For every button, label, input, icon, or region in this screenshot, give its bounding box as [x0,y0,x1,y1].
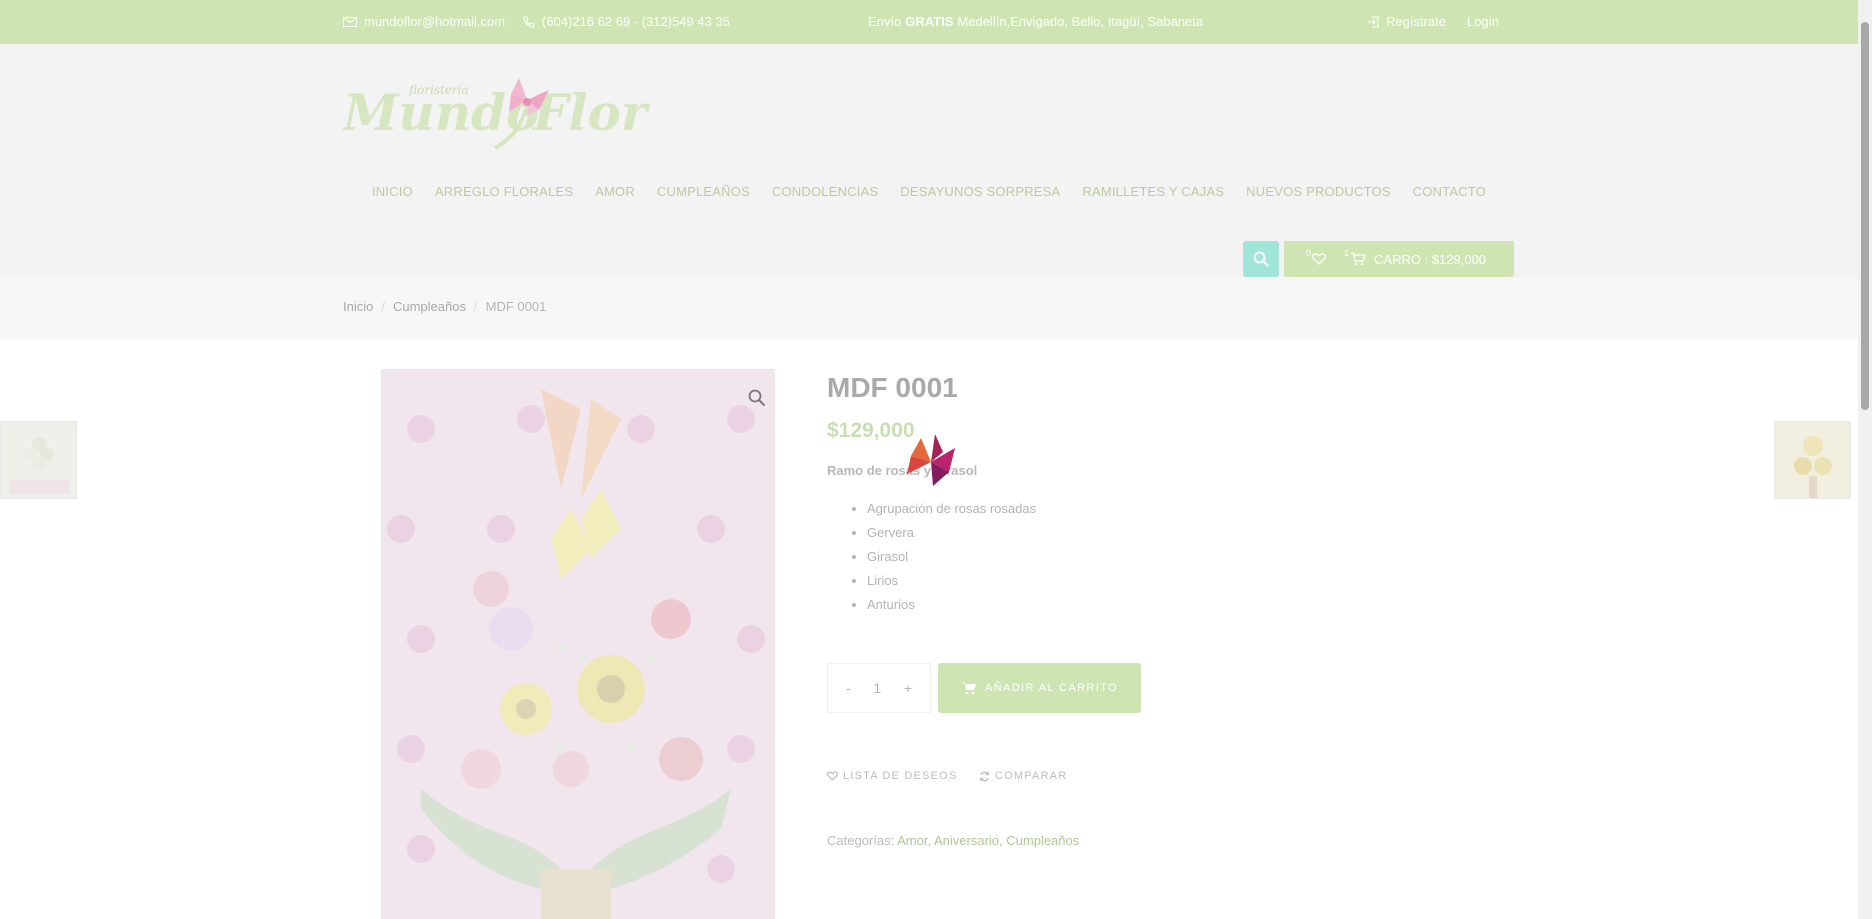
register-text: Regístrate [1386,14,1446,29]
add-to-wishlist-link[interactable]: LISTA DE DESEOS [827,770,957,782]
wishlist-label: LISTA DE DESEOS [843,770,958,782]
quantity-value[interactable]: 1 [873,680,881,696]
nav-contacto[interactable]: CONTACTO [1413,184,1486,199]
nav-inicio[interactable]: INICIO [372,184,413,199]
cart-count: 1 [1344,248,1350,258]
feature-item: Lirios [867,569,1036,593]
nav-desayunos-sorpresa[interactable]: DESAYUNOS SORPRESA [900,184,1060,199]
compare-link[interactable]: COMPARAR [979,770,1067,782]
top-bar: mundoflor@hotmail.com (604)216 62 69 - (… [0,0,1858,44]
breadcrumb-bar: Inicio / Cumpleaños / MDF 0001 [0,277,1858,339]
feature-item: Girasol [867,545,1036,569]
cart-icon [961,682,976,695]
site-logo[interactable]: floristeria Mundo Flor [343,66,655,160]
search-icon [1253,251,1269,267]
category-link-amor[interactable]: Amor [897,833,927,848]
refresh-icon [980,771,989,781]
shipping-free: GRATIS [905,14,954,29]
mail-icon [343,16,357,27]
heart-icon [1312,253,1326,265]
breadcrumb-separator: / [381,299,385,314]
product-image[interactable] [381,369,775,919]
breadcrumb-cumpleanos[interactable]: Cumpleaños [393,299,466,314]
product-features: Agrupación de rosas rosadas Gervera Gira… [867,497,1036,617]
shipping-notice: Envío GRATIS Medellín,Envigado, Bello, I… [868,14,1203,29]
compare-label: COMPARAR [995,770,1068,782]
next-product-thumb[interactable] [1774,421,1851,499]
quantity-decrease-button[interactable]: - [846,680,851,696]
breadcrumb-inicio[interactable]: Inicio [343,299,373,314]
feature-item: Anturios [867,593,1036,617]
categories-label: Categorías: [827,833,895,848]
previous-product-image [9,437,69,494]
category-link-cumpleanos[interactable]: Cumpleaños [1006,833,1079,848]
magnifier-icon [748,389,766,407]
zoom-icon[interactable] [748,389,766,412]
nav-arreglo-florales[interactable]: ARREGLO FLORALES [435,184,573,199]
phone-icon [523,16,535,28]
nav-amor[interactable]: AMOR [595,184,635,199]
feature-item: Gervera [867,521,1036,545]
login-icon [1368,16,1379,27]
next-product-image [1794,436,1832,498]
logo-main-text: Mundo [343,83,539,142]
nav-ramilletes-y-cajas[interactable]: RAMILLETES Y CAJAS [1082,184,1224,199]
product-categories: Categorías: Amor, Aniversario, Cumpleaño… [827,833,1080,848]
search-button[interactable] [1243,241,1279,277]
cart-icon [1351,252,1366,266]
nav-cumpleanos[interactable]: CUMPLEAÑOS [657,184,750,199]
breadcrumb-current: MDF 0001 [485,299,547,314]
register-link[interactable]: Regístrate [1367,14,1446,29]
page-scrollbar[interactable] [1858,0,1872,919]
nav-condolencias[interactable]: CONDOLENCIAS [772,184,878,199]
cart-total: CARRO : $129,000 [1374,251,1487,267]
cart-button[interactable]: 0 1 CARRO : $129,000 [1284,241,1514,277]
breadcrumb-separator: / [473,299,478,314]
heart-icon [827,771,838,781]
scrollbar-thumb[interactable] [1861,22,1869,410]
breadcrumb: Inicio / Cumpleaños / MDF 0001 [343,299,546,314]
add-to-cart-label: AÑADIR AL CARRITO [984,682,1119,694]
nav-nuevos-productos[interactable]: NUEVOS PRODUCTOS [1246,184,1391,199]
email-text: mundoflor@hotmail.com [364,14,506,29]
contact-email[interactable]: mundoflor@hotmail.com [343,14,505,29]
quantity-increase-button[interactable]: + [904,680,912,696]
quantity-stepper[interactable]: - 1 + [827,663,931,713]
add-to-cart-button[interactable]: AÑADIR AL CARRITO [938,663,1141,713]
phone-text: (604)216 62 69 - (312)549 43 35 [542,14,730,29]
category-link-aniversario[interactable]: Aniversario [934,833,999,848]
loading-flower-icon [907,434,955,486]
logo-main-text-2: Flor [531,83,651,142]
product-bouquet-image [381,369,775,919]
shipping-cities: Medellín,Envigado, Bello, Itagüí, Sabane… [957,14,1204,29]
login-text: Login [1467,14,1499,29]
site-header: floristeria Mundo Flor INICIO ARREGLO FL… [0,44,1858,277]
main-nav: INICIO ARREGLO FLORALES AMOR CUMPLEAÑOS … [343,184,1515,199]
product-title: MDF 0001 [827,372,958,403]
contact-phone[interactable]: (604)216 62 69 - (312)549 43 35 [523,14,730,29]
previous-product-thumb[interactable] [0,421,77,499]
shipping-prefix: Envío [868,14,902,29]
wishlist-count: 0 [1306,248,1312,258]
login-link[interactable]: Login [1467,14,1499,29]
feature-item: Agrupación de rosas rosadas [867,497,1036,521]
